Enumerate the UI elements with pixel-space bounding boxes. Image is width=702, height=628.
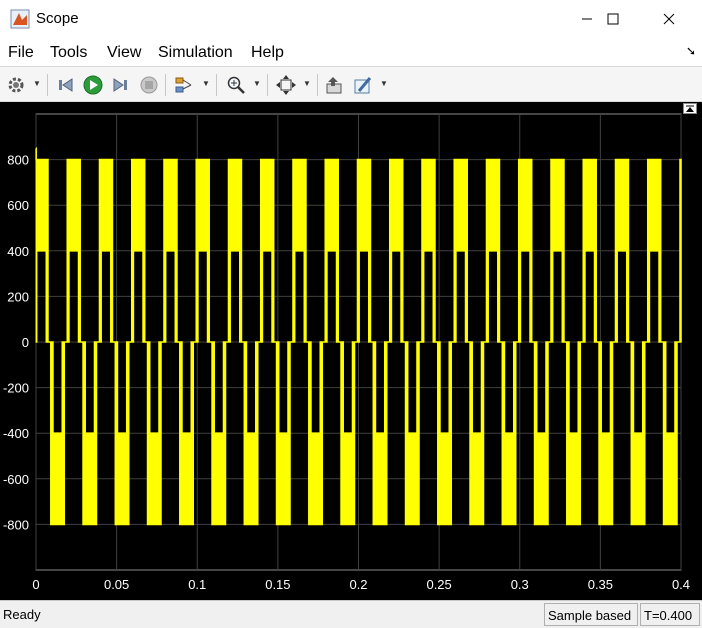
x-tick-label: 0.3 <box>511 577 529 592</box>
toolbar: ▼ ▼ ▼ ▼ ▼ <box>0 66 702 102</box>
zoom-dropdown-icon[interactable]: ▼ <box>253 79 262 91</box>
autoscale-dropdown-icon[interactable]: ▼ <box>303 79 312 91</box>
step-back-icon[interactable] <box>54 73 78 97</box>
menu-file[interactable]: File <box>8 44 34 62</box>
zoom-icon[interactable] <box>224 73 248 97</box>
scope-app-icon <box>10 9 30 29</box>
maximize-button[interactable] <box>590 0 636 38</box>
status-ready-text: Ready <box>3 607 41 622</box>
menu-bar: File Tools View Simulation Help ➘ <box>0 38 702 66</box>
window-title: Scope <box>36 10 79 27</box>
x-tick-label: 0.1 <box>188 577 206 592</box>
y-tick-label: 200 <box>7 289 29 304</box>
y-tick-label: -200 <box>3 381 29 396</box>
settings-icon[interactable] <box>4 73 28 97</box>
y-tick-label: -400 <box>3 426 29 441</box>
style-dropdown-icon[interactable]: ▼ <box>380 79 389 91</box>
settings-dropdown-icon[interactable]: ▼ <box>33 79 42 91</box>
toolbar-separator <box>317 74 318 96</box>
x-tick-label: 0 <box>32 577 39 592</box>
signal-selector-dropdown-icon[interactable]: ▼ <box>202 79 211 91</box>
status-sample-mode: Sample based <box>544 603 638 626</box>
toolbar-separator <box>216 74 217 96</box>
autoscale-icon[interactable] <box>274 73 298 97</box>
y-tick-label: -800 <box>3 517 29 532</box>
x-tick-label: 0.4 <box>672 577 690 592</box>
x-tick-label: 0.05 <box>104 577 129 592</box>
step-forward-icon[interactable] <box>109 73 133 97</box>
y-tick-label: 0 <box>22 335 29 350</box>
close-button[interactable] <box>646 0 692 38</box>
status-bar: Ready Sample based T=0.400 <box>0 600 702 628</box>
toolbar-separator <box>165 74 166 96</box>
status-sim-time: T=0.400 <box>640 603 700 626</box>
signal-selector-icon[interactable] <box>172 73 196 97</box>
menu-dock-arrow-icon[interactable]: ➘ <box>686 44 696 58</box>
y-tick-label: 800 <box>7 153 29 168</box>
menu-help[interactable]: Help <box>251 44 284 62</box>
toolbar-separator <box>267 74 268 96</box>
toolbar-separator <box>47 74 48 96</box>
y-tick-label: 600 <box>7 198 29 213</box>
menu-simulation[interactable]: Simulation <box>158 44 233 62</box>
stop-icon[interactable] <box>137 73 161 97</box>
scope-plot-area: 0 0.05 0.1 0.15 0.2 0.25 0.3 0.35 0.4 800 600 400 20… <box>0 102 702 600</box>
title-bar: Scope <box>0 0 702 38</box>
highlight-block-icon[interactable] <box>322 73 346 97</box>
undock-icon[interactable] <box>683 103 697 114</box>
run-icon[interactable] <box>81 73 105 97</box>
x-tick-label: 0.25 <box>426 577 451 592</box>
y-tick-label: 400 <box>7 244 29 259</box>
x-tick-label: 0.15 <box>265 577 290 592</box>
menu-tools[interactable]: Tools <box>50 44 87 62</box>
x-tick-label: 0.2 <box>349 577 367 592</box>
x-tick-label: 0.35 <box>588 577 613 592</box>
menu-view[interactable]: View <box>107 44 141 62</box>
style-icon[interactable] <box>351 73 375 97</box>
y-tick-label: -600 <box>3 472 29 487</box>
scope-axes[interactable]: 0 0.05 0.1 0.15 0.2 0.25 0.3 0.35 0.4 800 600 400 20… <box>0 102 702 600</box>
